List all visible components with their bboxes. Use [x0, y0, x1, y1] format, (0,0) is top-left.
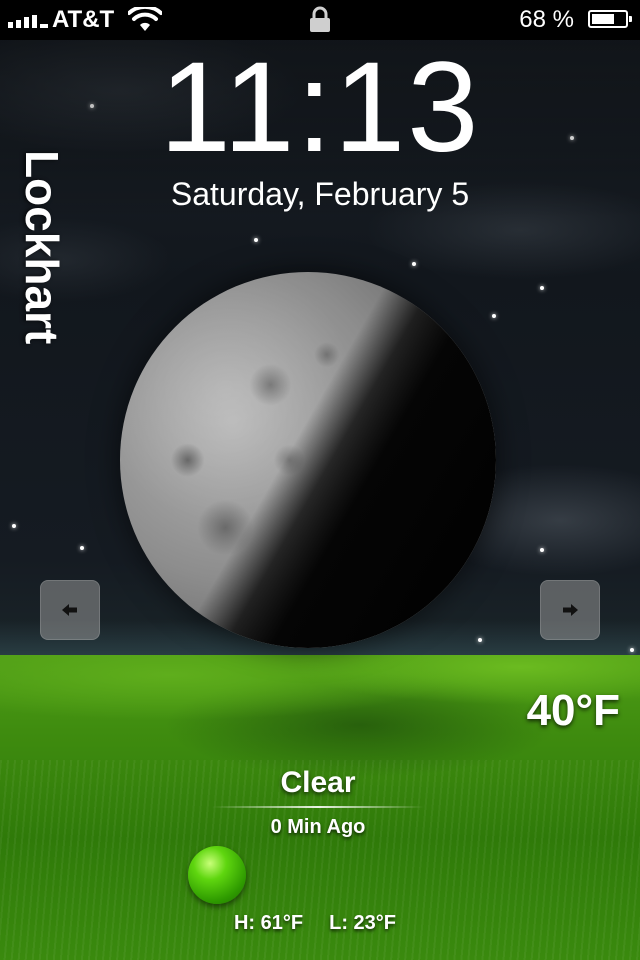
moon-phase-icon [120, 272, 496, 648]
star [254, 238, 258, 242]
arrow-left-icon [62, 604, 77, 616]
signal-icon [8, 12, 48, 28]
star [540, 548, 544, 552]
battery-level-fill [592, 14, 614, 24]
star [80, 546, 84, 550]
arrow-right-icon [563, 604, 578, 616]
star [630, 648, 634, 652]
weather-condition: Clear [280, 766, 356, 799]
lock-icon [310, 6, 330, 32]
low-temperature: L: 23°F [329, 912, 397, 934]
battery-icon [588, 10, 632, 28]
next-location-button[interactable] [540, 580, 600, 640]
status-bar: AT&T 68 % [0, 0, 640, 40]
prev-location-button[interactable] [40, 580, 100, 640]
lock-time: 11:13 [159, 36, 481, 179]
battery-percent: 68 % [519, 6, 574, 33]
star [478, 638, 482, 642]
high-low-temps: H: 61°F L: 23°F [0, 912, 630, 935]
high-temperature: H: 61°F [233, 912, 304, 934]
status-orb-icon [188, 846, 246, 904]
star [492, 314, 496, 318]
star [540, 286, 544, 290]
carrier-name: AT&T [52, 6, 115, 33]
location-label: Lockhart [16, 150, 68, 345]
lock-date: Saturday, February 5 [170, 176, 470, 212]
star [412, 262, 416, 266]
star [12, 524, 16, 528]
wifi-icon [128, 7, 162, 31]
moon-shadow [120, 272, 496, 648]
current-temperature: 40°F [526, 686, 620, 735]
last-updated: 0 Min Ago [270, 816, 366, 838]
weather-divider [212, 806, 424, 808]
